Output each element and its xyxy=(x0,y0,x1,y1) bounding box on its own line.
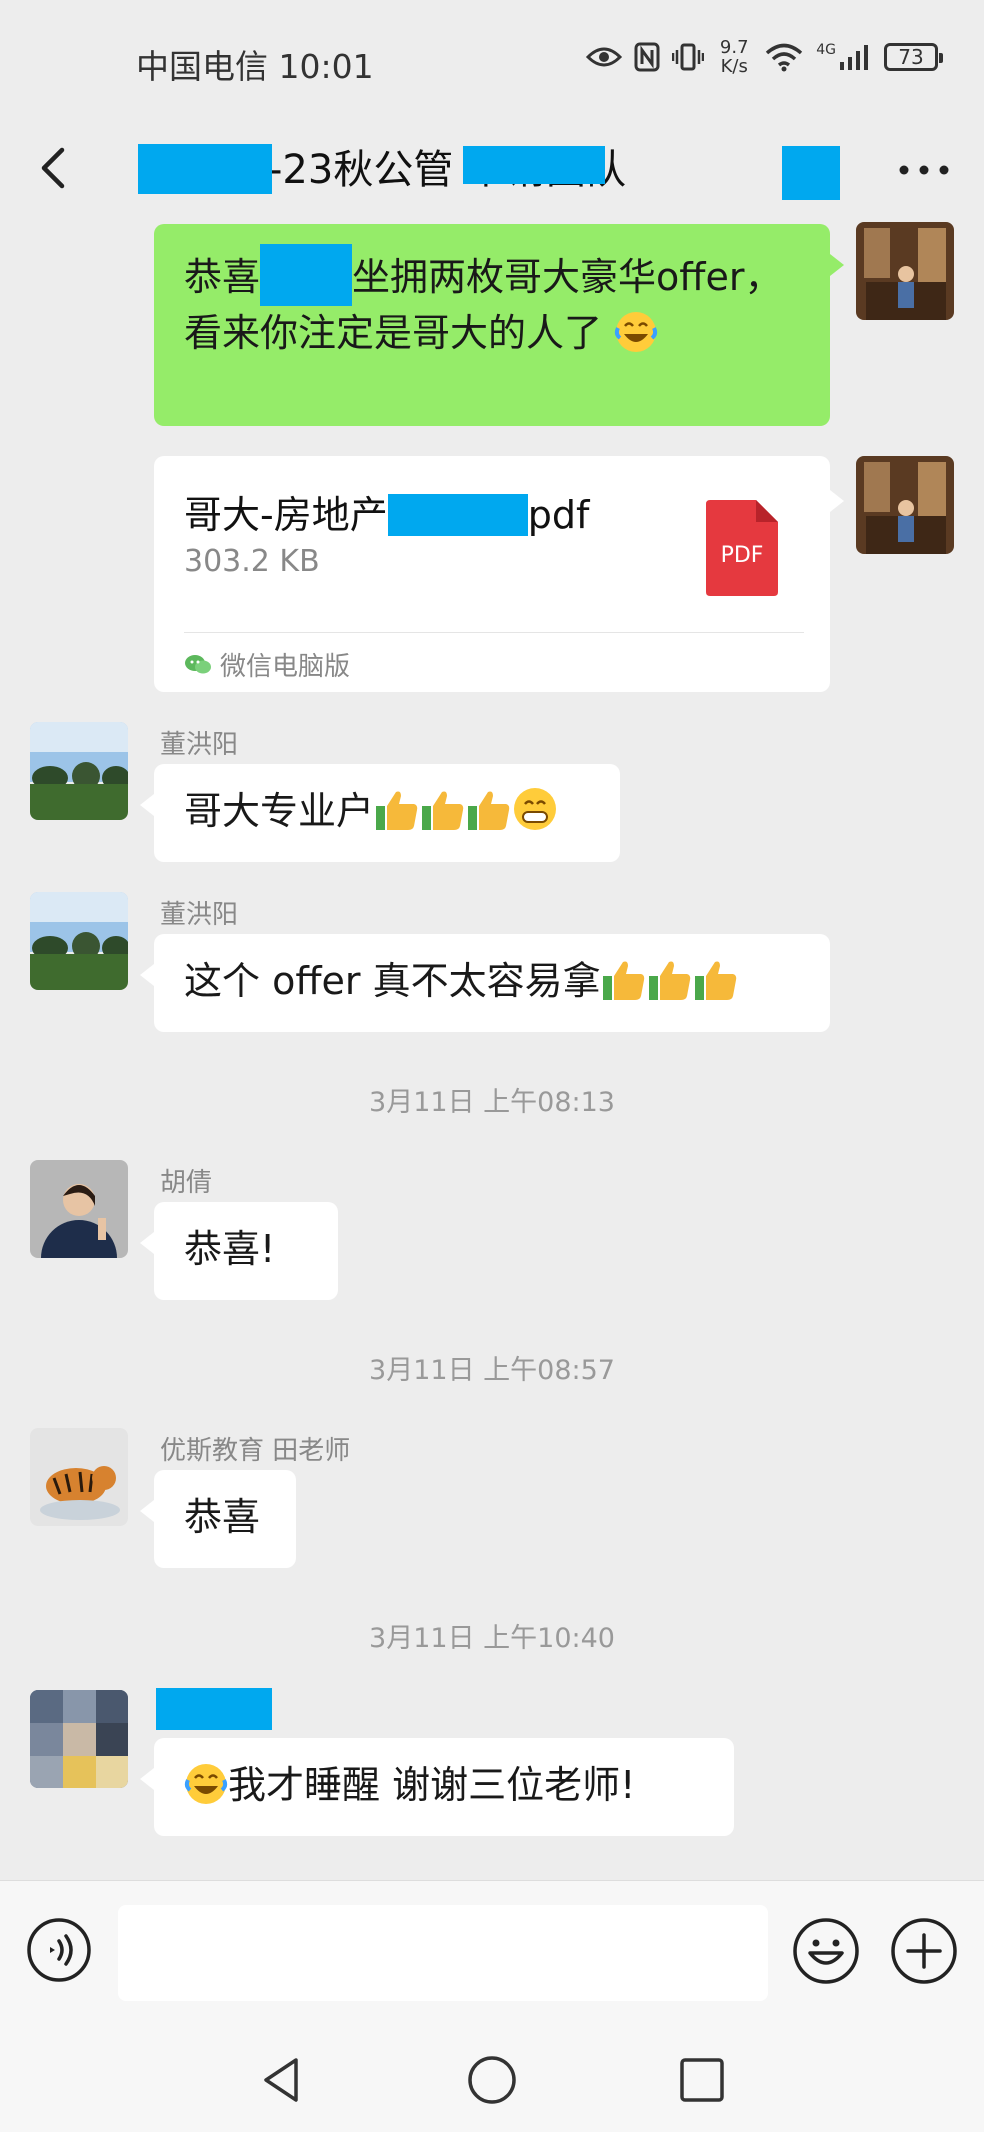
network-type: 4G xyxy=(816,42,836,58)
wifi-icon xyxy=(766,43,803,72)
my-avatar[interactable] xyxy=(856,456,954,554)
wechat-group-chat-screen: 中国电信 10:01 9.7 K/s 4G 73 -23秋公管 申请团队 恭喜 … xyxy=(0,0,984,2132)
redacted-file-part xyxy=(387,494,528,536)
thumbs-up-icon xyxy=(422,791,464,830)
more-dots-icon[interactable] xyxy=(894,148,954,192)
message-list[interactable]: 恭喜 坐拥两枚哥大豪华offer， 看来你注定是哥大的人了 哥大-房地产 pdf 3… xyxy=(0,220,984,1880)
thumbs-up-icon xyxy=(648,961,690,1000)
status-bar: 中国电信 10:01 9.7 K/s 4G 73 xyxy=(0,0,984,120)
tears-of-joy-emoji-icon xyxy=(614,312,658,352)
redacted-name xyxy=(260,244,353,306)
message-bubble[interactable]: 这个 offer 真不太容易拿 xyxy=(140,934,830,1032)
file-name-ext: pdf xyxy=(527,493,590,537)
timestamp: 3月11日 上午10:40 xyxy=(369,1623,615,1654)
emoji-icon[interactable] xyxy=(792,1917,860,1985)
thumbs-up-icon xyxy=(468,791,510,830)
sender-name: 胡倩 xyxy=(160,1168,213,1198)
sender-name: 董洪阳 xyxy=(160,900,239,930)
message-text-start: 恭喜 xyxy=(184,255,261,299)
network-speed: 9.7 K/s xyxy=(716,38,752,76)
message-input-bar xyxy=(0,1880,984,2022)
pdf-file-icon: PDF xyxy=(706,500,778,596)
net-speed-unit: K/s xyxy=(720,56,748,77)
message-bubble[interactable]: 恭喜 xyxy=(140,1470,296,1568)
member-avatar-pixelated[interactable] xyxy=(30,1690,128,1788)
nav-recents-icon[interactable] xyxy=(674,2052,730,2108)
sender-name: 优斯教育 田老师 xyxy=(160,1436,351,1466)
svg-text:PDF: PDF xyxy=(721,543,764,568)
nav-home-icon[interactable] xyxy=(464,2052,520,2108)
voice-icon[interactable] xyxy=(26,1917,92,1983)
my-message-bubble[interactable]: 恭喜 坐拥两枚哥大豪华offer， 看来你注定是哥大的人了 xyxy=(154,224,844,426)
nav-back-icon[interactable] xyxy=(254,2052,310,2108)
eye-icon xyxy=(586,47,623,67)
grinning-face-icon xyxy=(514,788,557,830)
file-source: 微信电脑版 xyxy=(184,646,350,683)
thumbs-up-icon xyxy=(376,791,418,830)
chat-title: -23秋公管 申请团队 xyxy=(138,136,840,204)
message-text: 恭喜 xyxy=(184,1495,261,1539)
file-source-label: 微信电脑版 xyxy=(220,652,351,682)
message-bubble[interactable]: 恭喜! xyxy=(140,1202,338,1300)
wechat-pc-icon xyxy=(185,654,211,673)
timestamp: 3月11日 上午08:13 xyxy=(369,1087,615,1118)
system-nav-bar xyxy=(0,2022,984,2132)
thumbs-up-icon xyxy=(694,961,736,1000)
message-input[interactable] xyxy=(118,1905,768,2001)
sender-name: 董洪阳 xyxy=(160,730,239,760)
file-name: 哥大-房地产 pdf xyxy=(184,484,589,539)
signal-icon xyxy=(840,45,868,70)
message-text: 恭喜! xyxy=(184,1227,276,1271)
vibrate-icon xyxy=(672,43,705,71)
file-message-card[interactable]: 哥大-房地产 pdf 303.2 KB PDF 微信电脑版 xyxy=(154,456,844,692)
battery-indicator: 73 xyxy=(884,43,943,71)
message-bubble[interactable]: 哥大专业户 xyxy=(140,764,620,862)
divider xyxy=(184,632,804,633)
member-avatar[interactable] xyxy=(30,722,128,820)
chat-title-bar: -23秋公管 申请团队 xyxy=(0,120,984,220)
message-text: 哥大专业户 xyxy=(184,789,375,833)
file-name-start: 哥大-房地产 xyxy=(184,493,388,537)
status-icons: 9.7 K/s 4G 73 xyxy=(586,38,943,76)
message-text: 这个 offer 真不太容易拿 xyxy=(184,959,601,1003)
nfc-icon xyxy=(634,42,660,72)
redaction-block xyxy=(463,146,605,184)
net-speed-value: 9.7 xyxy=(719,37,749,58)
redaction-block xyxy=(138,144,272,194)
member-avatar[interactable] xyxy=(30,892,128,990)
carrier-and-time: 中国电信 10:01 xyxy=(136,47,374,86)
message-bubble[interactable]: 我才睡醒 谢谢三位老师! xyxy=(140,1738,734,1836)
tears-of-joy-emoji-icon xyxy=(184,1764,228,1804)
back-chevron-icon[interactable] xyxy=(26,138,86,198)
redacted-sender-name xyxy=(156,1688,272,1730)
thumbs-up-icon xyxy=(602,961,644,1000)
message-text: 我才睡醒 谢谢三位老师! xyxy=(228,1763,636,1807)
file-size: 303.2 KB xyxy=(184,544,320,579)
member-avatar[interactable] xyxy=(30,1160,128,1258)
timestamp: 3月11日 上午08:57 xyxy=(369,1355,615,1386)
redaction-block xyxy=(782,146,840,200)
plus-icon[interactable] xyxy=(890,1917,958,1985)
my-avatar[interactable] xyxy=(856,222,954,320)
member-avatar[interactable] xyxy=(30,1428,128,1526)
